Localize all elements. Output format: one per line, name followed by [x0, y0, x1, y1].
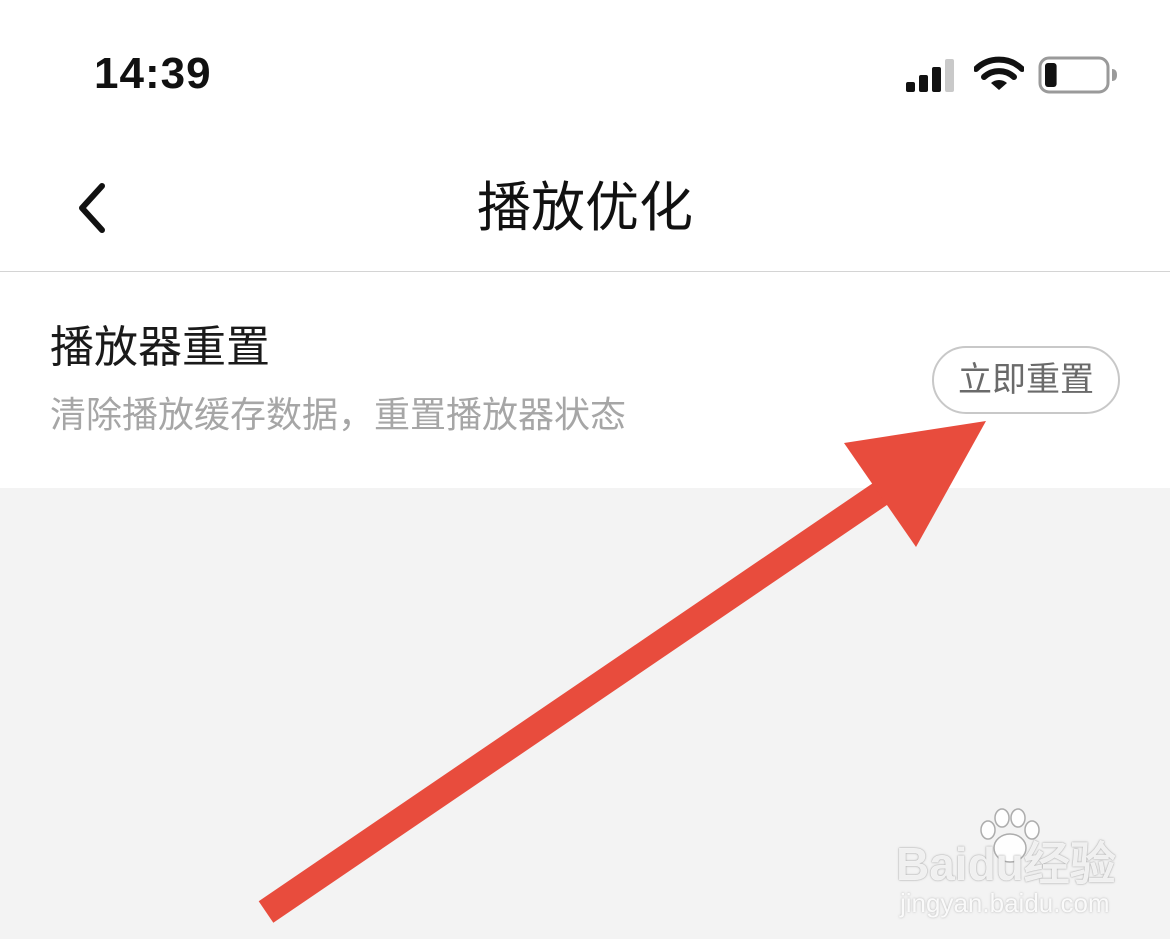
reset-now-button[interactable]: 立即重置	[932, 346, 1120, 414]
cellular-signal-icon	[906, 59, 954, 92]
screen: 14:39 播放优化 播放器重置 清除播放缓存数据，重置播放器状态 立即重置 B…	[0, 0, 1170, 939]
watermark-brand: Baidu经验	[896, 838, 1116, 890]
wifi-icon	[974, 56, 1024, 90]
settings-panel: 14:39 播放优化 播放器重置 清除播放缓存数据，重置播放器状态 立即重置	[0, 0, 1170, 488]
setting-title: 播放器重置	[50, 322, 270, 373]
watermark-url: jingyan.baidu.com	[900, 888, 1110, 918]
battery-low-icon	[1038, 56, 1117, 94]
status-time: 14:39	[94, 49, 212, 98]
baidu-jingyan-watermark: Baidu经验 jingyan.baidu.com	[896, 808, 1116, 928]
page-title: 播放优化	[477, 176, 693, 239]
setting-description: 清除播放缓存数据，重置播放器状态	[50, 395, 627, 436]
nav-divider	[0, 271, 1170, 272]
